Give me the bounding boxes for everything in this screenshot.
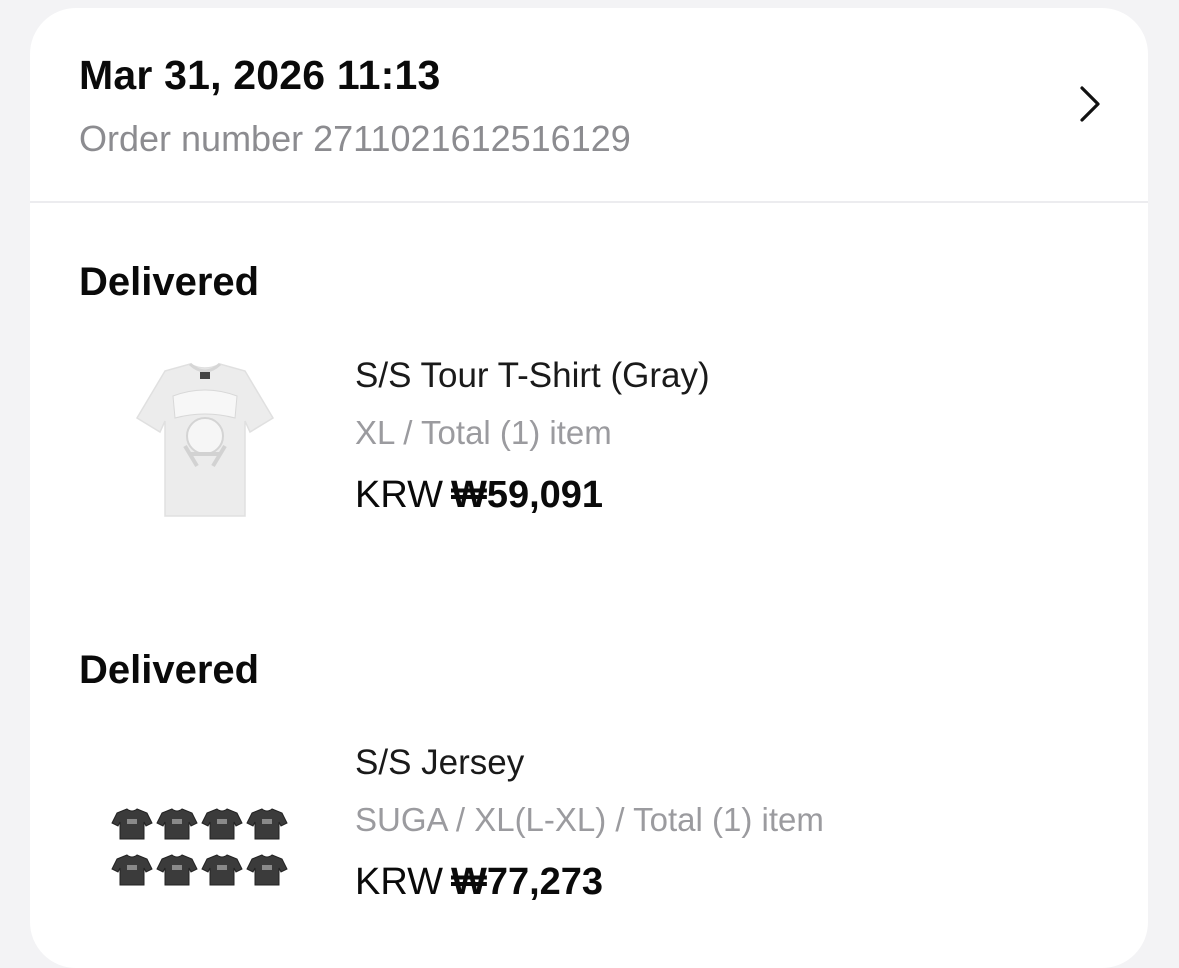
price-currency: KRW bbox=[355, 861, 443, 903]
product-price: KRW ₩77,273 bbox=[355, 861, 603, 904]
product-options: SUGA / XL(L-XL) / Total (1) item bbox=[355, 801, 824, 838]
product-name[interactable]: S/S Tour T-Shirt (Gray) bbox=[355, 356, 710, 396]
product-name[interactable]: S/S Jersey bbox=[355, 743, 524, 783]
price-amount: ₩77,273 bbox=[450, 861, 604, 903]
gray-tshirt-image[interactable] bbox=[105, 326, 305, 526]
product-price: KRW ₩59,091 bbox=[355, 474, 603, 517]
order-number: Order number 2711021612516129 bbox=[79, 118, 631, 159]
order-date: Mar 31, 2026 11:13 bbox=[79, 52, 441, 98]
product-options: XL / Total (1) item bbox=[355, 414, 612, 451]
order-header[interactable]: Mar 31, 2026 11:13 Order number 27110216… bbox=[30, 8, 1148, 203]
chevron-right-icon[interactable] bbox=[1068, 82, 1112, 126]
item-status: Delivered bbox=[79, 260, 260, 304]
order-card: Mar 31, 2026 11:13 Order number 27110216… bbox=[30, 8, 1148, 968]
price-currency: KRW bbox=[355, 474, 443, 516]
item-status: Delivered bbox=[79, 648, 260, 692]
price-amount: ₩59,091 bbox=[450, 474, 604, 516]
jersey-grid-image[interactable] bbox=[105, 766, 305, 966]
